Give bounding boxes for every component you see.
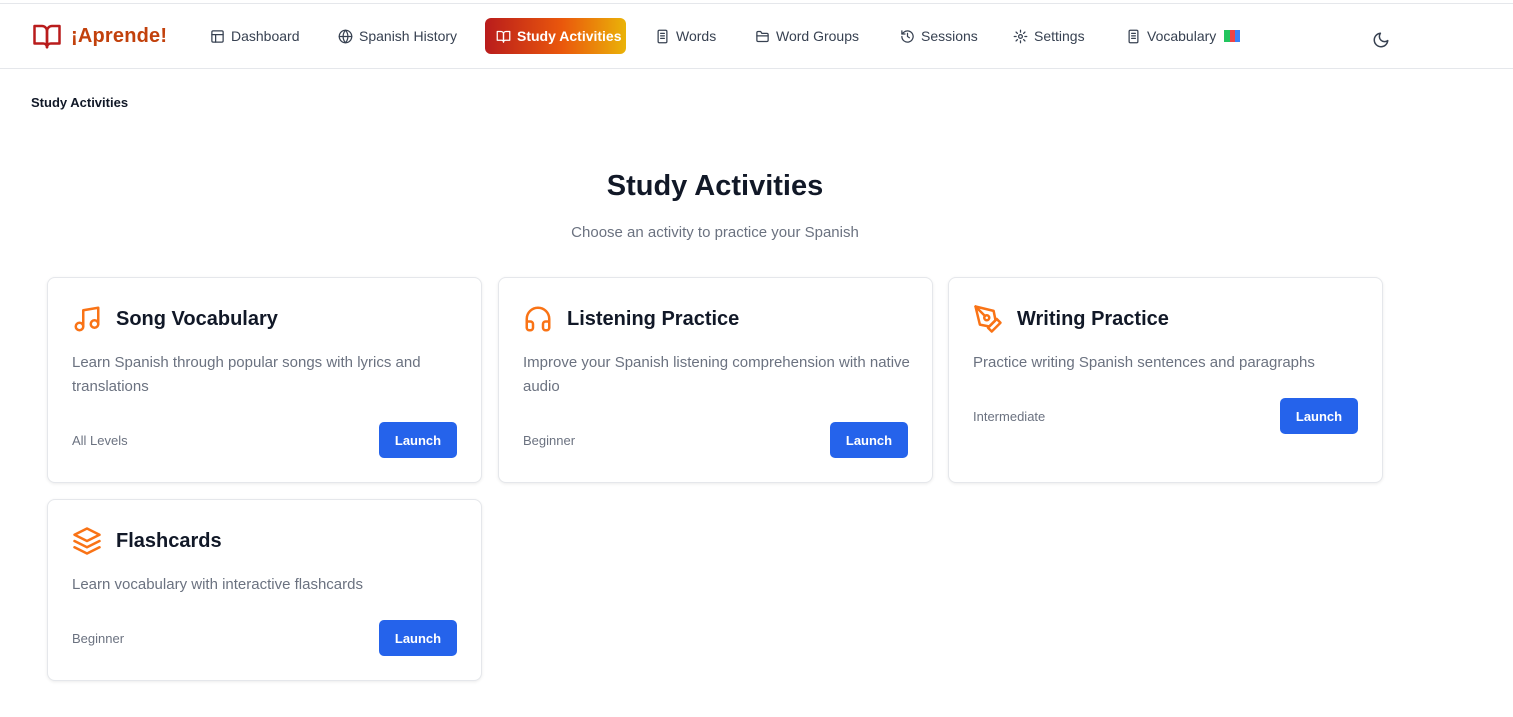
moon-icon (1373, 32, 1389, 48)
document-icon (1128, 29, 1139, 43)
activity-card-listening-practice: Listening Practice Improve your Spanish … (498, 277, 933, 483)
nav-item-label: Word Groups (776, 28, 859, 44)
card-level: Beginner (72, 631, 125, 646)
nav-item-dashboard[interactable]: Dashboard (198, 18, 312, 54)
brand-name: ¡Aprende! (71, 24, 168, 47)
activity-card-song-vocabulary: Song Vocabulary Learn Spanish through po… (47, 277, 482, 483)
nav-item-words[interactable]: Words (643, 18, 728, 54)
card-level: Intermediate (973, 409, 1046, 424)
headphones-icon (525, 306, 551, 332)
layers-icon (73, 527, 101, 555)
card-description: Learn Spanish through popular songs with… (72, 354, 421, 395)
book-open-icon (496, 30, 511, 43)
nav-item-label: Words (676, 28, 717, 44)
launch-button[interactable]: Launch (379, 620, 457, 656)
card-level: All Levels (72, 433, 128, 448)
globe-icon (338, 29, 353, 43)
activity-card-writing-practice: Writing Practice Practice writing Spanis… (948, 277, 1383, 483)
brand-logo[interactable]: ¡Aprende! (31, 21, 167, 51)
card-description: Learn vocabulary with interactive flashc… (72, 576, 363, 593)
card-title: Listening Practice (567, 307, 740, 330)
document-icon (657, 29, 668, 43)
card-title: Writing Practice (1017, 307, 1169, 330)
nav-item-spanish-history[interactable]: Spanish History (326, 18, 469, 54)
card-title: Song Vocabulary (116, 307, 278, 330)
nav-item-word-groups[interactable]: Word Groups (743, 18, 871, 54)
nav-item-label: Settings (1034, 28, 1085, 44)
gear-icon (1013, 29, 1028, 43)
nav-item-label: Sessions (921, 28, 978, 44)
music-icon (74, 306, 100, 332)
layout-icon (211, 29, 224, 43)
nav-item-label: Vocabulary (1147, 28, 1217, 44)
launch-button[interactable]: Launch (830, 422, 908, 458)
nav-item-vocabulary[interactable]: Vocabulary (1114, 18, 1252, 54)
pen-tool-icon (974, 305, 1002, 333)
breadcrumb: Study Activities (31, 95, 129, 110)
page-title: Study Activities (606, 170, 824, 202)
card-description: Improve your Spanish listening comprehen… (523, 354, 910, 395)
card-level: Beginner (523, 433, 576, 448)
launch-button[interactable]: Launch (1280, 398, 1358, 434)
nav-item-sessions[interactable]: Sessions (888, 18, 990, 54)
book-open-icon (33, 24, 61, 49)
page-subtitle: Choose an activity to practice your Span… (571, 224, 859, 241)
nav-item-label: Spanish History (359, 28, 458, 44)
nav-item-label: Study Activities (517, 28, 622, 44)
card-description: Practice writing Spanish sentences and p… (973, 354, 1315, 371)
theme-toggle-button[interactable] (1369, 28, 1393, 52)
activity-card-flashcards: Flashcards Learn vocabulary with interac… (47, 499, 482, 681)
nav-item-study-activities[interactable]: Study Activities (485, 18, 626, 54)
history-icon (901, 29, 914, 43)
top-navbar: ¡Aprende! Dashboard Spanish History Stud… (0, 4, 1513, 69)
launch-button[interactable]: Launch (379, 422, 457, 458)
nav-item-settings[interactable]: Settings (1001, 18, 1097, 54)
nav-item-label: Dashboard (231, 28, 300, 44)
card-title: Flashcards (116, 529, 222, 552)
books-emoji-icon (1224, 30, 1241, 42)
folder-icon (756, 30, 769, 42)
